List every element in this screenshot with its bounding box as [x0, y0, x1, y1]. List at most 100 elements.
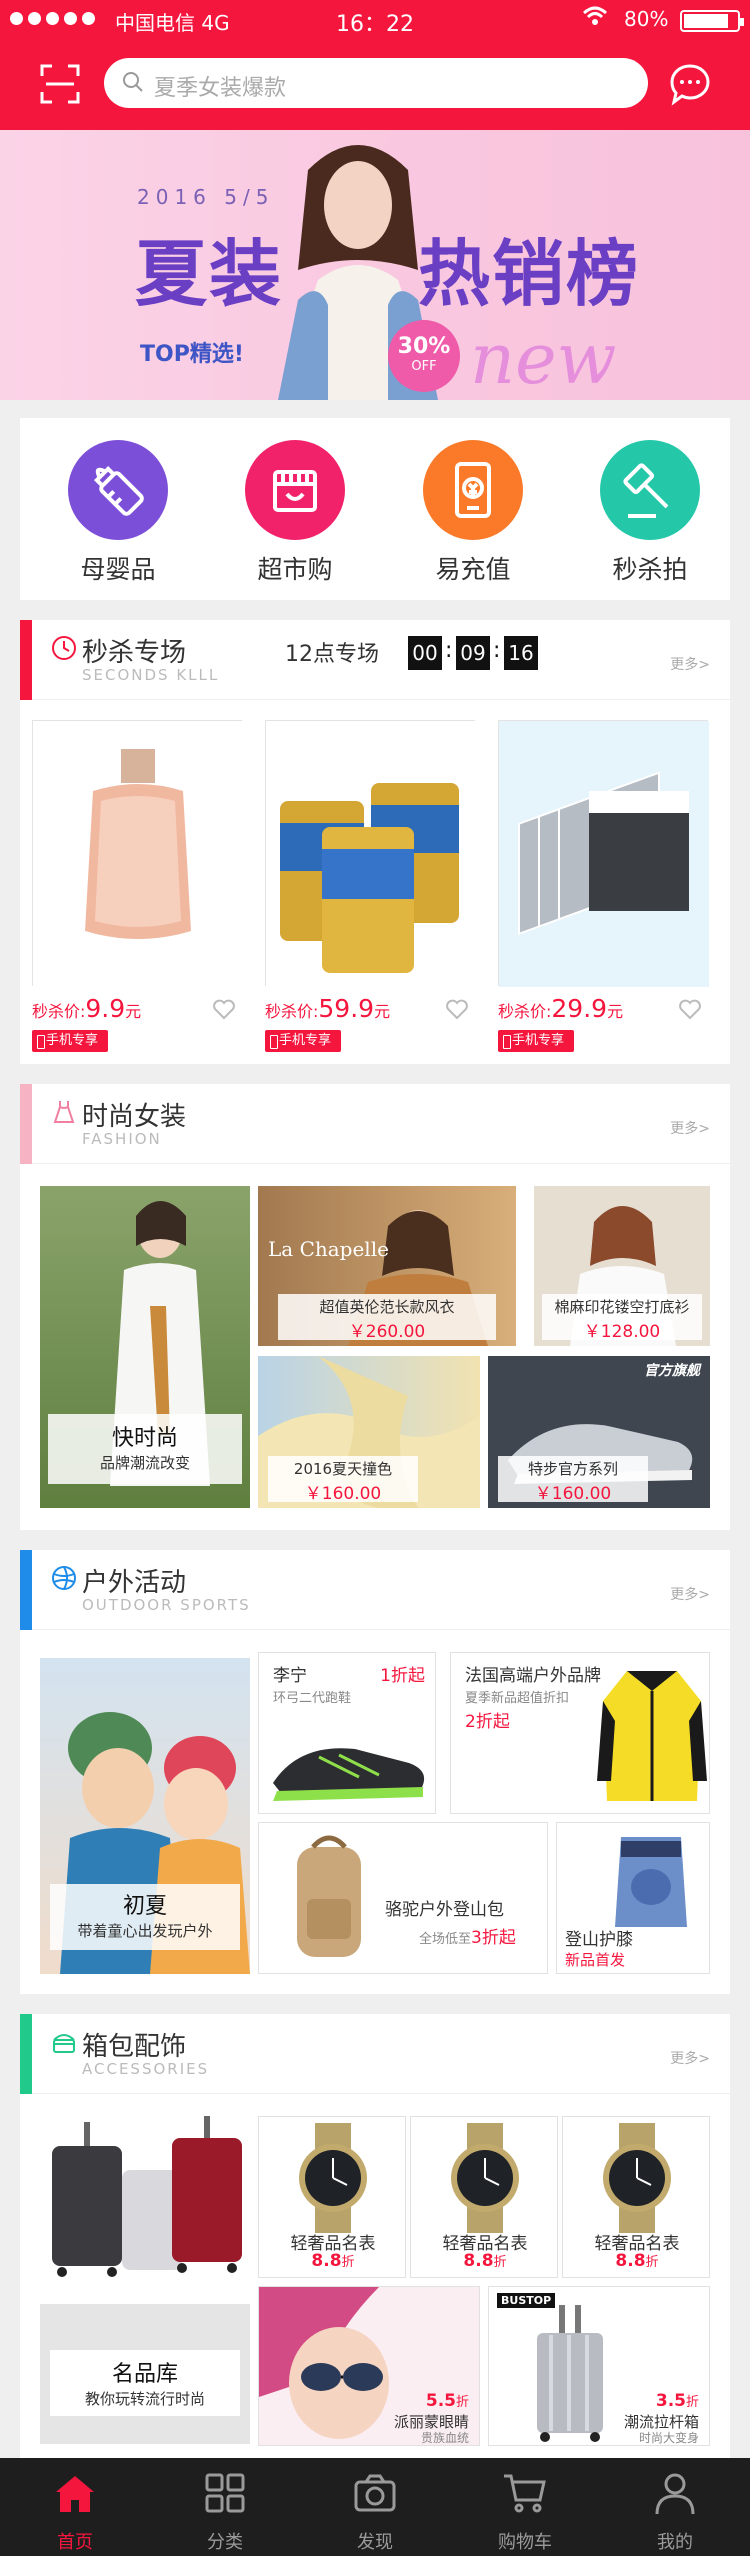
product-card[interactable] [265, 720, 476, 987]
tab-discover[interactable]: 发现 [300, 2458, 450, 2556]
outdoor-main-tile[interactable]: 初夏 带着童心出发玩户外 [40, 1658, 250, 1974]
session-label: 12点专场 [285, 642, 379, 667]
glasses-item[interactable]: 5.5折 派丽蒙眼睛 贵族血统 [258, 2286, 480, 2446]
message-icon[interactable] [668, 62, 712, 106]
accessories-header: 箱包配饰 ACCESSORIES 更多> [20, 2014, 730, 2094]
category-supermarket[interactable]: 超市购 [235, 440, 355, 586]
flash-sale-section: 秒杀专场 SECONDS KLLL 12点专场 00 : 09 : 16 更多>… [20, 620, 730, 1064]
watch-icon [451, 2123, 519, 2233]
backpack-image [297, 1835, 361, 1957]
dress-icon [53, 1101, 75, 1123]
outdoor-item-kneepad[interactable]: 登山护膝 新品首发 [556, 1822, 710, 1974]
category-recharge[interactable]: 易充值 [413, 440, 533, 586]
product-card[interactable] [498, 720, 709, 987]
scan-icon[interactable] [40, 64, 80, 104]
status-bar: 中国电信 4G 16：22 80% [0, 0, 750, 40]
fashion-item-coat[interactable]: La Chapelle 超值英伦范长款风衣 ￥260.00 [258, 1186, 516, 1346]
more-link[interactable]: 更多> [670, 1118, 710, 1138]
search-icon [123, 72, 143, 92]
gavel-icon [600, 440, 700, 540]
favorite-icon[interactable] [212, 998, 236, 1020]
jacket-image [597, 1671, 707, 1801]
battery-icon [680, 10, 744, 32]
section-title: 户外活动 [82, 1568, 187, 1598]
brand-library-caption: 名品库 教你玩转流行时尚 [50, 2350, 240, 2416]
trolley-case-image [537, 2305, 603, 2442]
watch-item[interactable]: 轻奢品名表 8.8折 [562, 2116, 710, 2278]
banner-title-left: 夏装 [135, 232, 284, 316]
section-subtitle: FASHION [82, 1130, 162, 1148]
luggage-set-tile[interactable] [32, 2116, 252, 2286]
mobile-exclusive-badge: 手机专享 [498, 1030, 574, 1052]
outdoor-item-lining[interactable]: 李宁 1折起 环弓二代跑鞋 [258, 1652, 436, 1814]
official-badge: 官方旗舰 [644, 1363, 700, 1379]
user-icon [655, 2473, 695, 2515]
phone-recharge-icon [423, 440, 523, 540]
product-price: 秒杀价:29.9元 [498, 994, 624, 1023]
section-subtitle: SECONDS KLLL [82, 666, 220, 684]
fashion-caption: 2016夏天撞色 ￥160.00 [268, 1456, 418, 1504]
category-maternal[interactable]: 母婴品 [58, 440, 178, 586]
outdoor-item-jacket[interactable]: 法国高端户外品牌 夏季新品超值折扣 2折起 [450, 1652, 710, 1814]
watch-icon [299, 2123, 367, 2233]
section-subtitle: OUTDOOR SPORTS [82, 1596, 251, 1614]
category-flash-auction[interactable]: 秒杀拍 [590, 440, 710, 586]
brand-label: La Chapelle [268, 1237, 389, 1261]
favorite-icon[interactable] [678, 998, 702, 1020]
trolley-case-item[interactable]: BUSTOP 3.5折 潮流拉杆箱 时尚大变身 [488, 2286, 710, 2446]
banner-date: 2016 5/5 [137, 185, 275, 209]
baby-bottle-icon [68, 440, 168, 540]
fashion-item-sneaker[interactable]: 官方旗舰 特步官方系列 ￥160.00 [488, 1356, 710, 1508]
fashion-main-tile[interactable]: 快时尚 品牌潮流改变 [40, 1186, 250, 1508]
shop-icon [245, 440, 345, 540]
watch-item[interactable]: 轻奢品名表 8.8折 [258, 2116, 406, 2278]
watch-item[interactable]: 轻奢品名表 8.8折 [410, 2116, 558, 2278]
more-link[interactable]: 更多> [670, 1584, 710, 1604]
section-title: 秒杀专场 [82, 638, 187, 668]
fashion-caption: 超值英伦范长款风衣 ￥260.00 [278, 1294, 496, 1342]
outdoor-item-backpack[interactable]: 骆驼户外登山包 全场低至3折起 [258, 1822, 548, 1974]
promo-banner[interactable]: 2016 5/5 夏装 热销榜 TOP精选! new 30% OFF [0, 130, 750, 400]
mobile-exclusive-badge: 手机专享 [265, 1030, 341, 1052]
fashion-item-blouse[interactable]: 棉麻印花镂空打底衫 ￥128.00 [534, 1186, 710, 1346]
camera-icon [354, 2474, 396, 2512]
battery-percent: 80% [624, 7, 669, 31]
tab-profile[interactable]: 我的 [600, 2458, 750, 2556]
banner-title-right: 热销榜 [418, 232, 641, 316]
fashion-caption: 特步官方系列 ￥160.00 [498, 1456, 648, 1504]
tab-home[interactable]: 首页 [0, 2458, 150, 2556]
search-input[interactable]: 夏季女装爆款 [104, 58, 648, 108]
running-shoe-image [273, 1748, 425, 1801]
fashion-item-scarf[interactable]: 2016夏天撞色 ￥160.00 [258, 1356, 480, 1508]
tab-cart[interactable]: 购物车 [450, 2458, 600, 2556]
section-title: 时尚女装 [82, 1102, 187, 1132]
fashion-main-caption: 快时尚 品牌潮流改变 [48, 1414, 242, 1484]
grid-icon [205, 2473, 245, 2513]
countdown-hours: 00 [408, 636, 442, 670]
fashion-caption: 棉麻印花镂空打底衫 ￥128.00 [542, 1294, 702, 1342]
product-card[interactable] [32, 720, 243, 987]
watch-icon [603, 2123, 671, 2233]
bag-icon [53, 2034, 75, 2053]
favorite-icon[interactable] [445, 998, 469, 1020]
countdown-minutes: 09 [456, 636, 490, 670]
discount-badge: 30% OFF [388, 320, 460, 392]
accessories-section: 箱包配饰 ACCESSORIES 更多> 轻奢品名表 8.8折 轻奢品名表 8.… [20, 2014, 730, 2458]
wifi-icon [582, 5, 608, 33]
clock-icon [52, 636, 76, 660]
mobile-exclusive-badge: 手机专享 [32, 1030, 108, 1052]
outdoor-header: 户外活动 OUTDOOR SPORTS 更多> [20, 1550, 730, 1630]
cart-icon [504, 2474, 546, 2513]
bottom-tab-bar: 首页 分类 发现 购物车 我的 [0, 2458, 750, 2556]
fashion-header: 时尚女装 FASHION 更多> [20, 1084, 730, 1164]
kneepad-image [615, 1837, 687, 1927]
brand-library-tile[interactable]: 名品库 教你玩转流行时尚 [40, 2304, 250, 2444]
more-link[interactable]: 更多> [670, 654, 710, 674]
flash-sale-header: 秒杀专场 SECONDS KLLL 12点专场 00 : 09 : 16 更多> [20, 620, 730, 700]
home-icon [56, 2476, 94, 2512]
product-price: 秒杀价:59.9元 [265, 994, 391, 1023]
product-price: 秒杀价:9.9元 [32, 994, 142, 1023]
more-link[interactable]: 更多> [670, 2048, 710, 2068]
tab-category[interactable]: 分类 [150, 2458, 300, 2556]
outdoor-main-caption: 初夏 带着童心出发玩户外 [50, 1884, 240, 1950]
